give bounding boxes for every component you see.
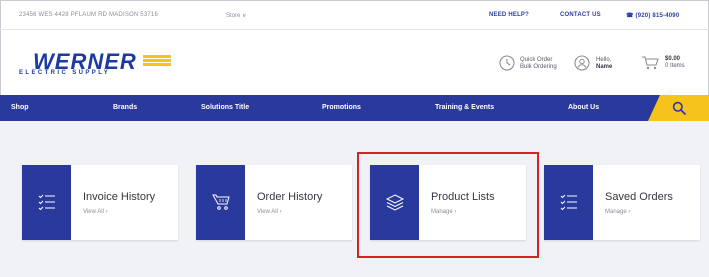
nav-training-events[interactable]: Training & Events [435,104,494,111]
manage-link[interactable]: Manage › [605,209,630,215]
quick-order-sub: Bulk Ordering [520,64,557,70]
highlight-box [357,152,539,258]
phone-link[interactable]: ☎ (920) 815-4090 [626,12,679,19]
nav-about-us[interactable]: About Us [568,104,599,111]
utility-bar: 23456 WES 4428 PFLAUM RD MADISON 53716 S… [0,0,709,30]
card-saved-orders[interactable]: Saved Orders Manage › [544,165,700,240]
history-icon[interactable] [498,54,516,72]
contact-us-link[interactable]: CONTACT US [560,12,601,18]
hello-label: Hello, [596,57,612,63]
account-menu[interactable]: Hello, Name [596,57,612,71]
search-icon [672,101,686,115]
account-icon[interactable] [573,54,591,72]
user-name: Name [596,64,613,70]
quick-order-link[interactable]: Quick Order Bulk Ordering [520,57,557,71]
cart-summary[interactable]: $0.00 0 Items [665,56,685,70]
card-title: Order History [257,191,323,203]
checklist-icon [560,194,577,211]
cart-icon[interactable] [641,55,659,73]
nav-promotions[interactable]: Promotions [322,104,361,111]
card-order-history[interactable]: Order History View All › [196,165,352,240]
need-help-link[interactable]: NEED HELP? [489,12,529,18]
card-invoice-history[interactable]: Invoice History View All › [22,165,178,240]
store-address: 23456 WES 4428 PFLAUM RD MADISON 53716 [19,12,158,18]
quick-order-title: Quick Order [520,57,553,63]
cart-items-count: 0 Items [665,63,685,69]
werner-logo[interactable]: WERNER ELECTRIC SUPPLY [19,49,171,79]
nav-shop[interactable]: Shop [11,104,29,111]
card-title: Invoice History [83,191,156,203]
view-all-link[interactable]: View All › [83,209,108,215]
card-title: Saved Orders [605,191,673,203]
cart-icon [212,194,230,210]
checklist-icon [38,194,55,211]
nav-brands[interactable]: Brands [113,104,137,111]
logo-subtitle: ELECTRIC SUPPLY [19,70,111,76]
main-nav: Shop Brands Solutions Title Promotions T… [0,95,709,121]
logo-stripes [143,55,171,69]
nav-solutions-title[interactable]: Solutions Title [201,104,249,111]
cart-total: $0.00 [665,56,681,62]
store-selector[interactable]: Store ∨ [226,12,246,19]
view-all-link[interactable]: View All › [257,209,282,215]
